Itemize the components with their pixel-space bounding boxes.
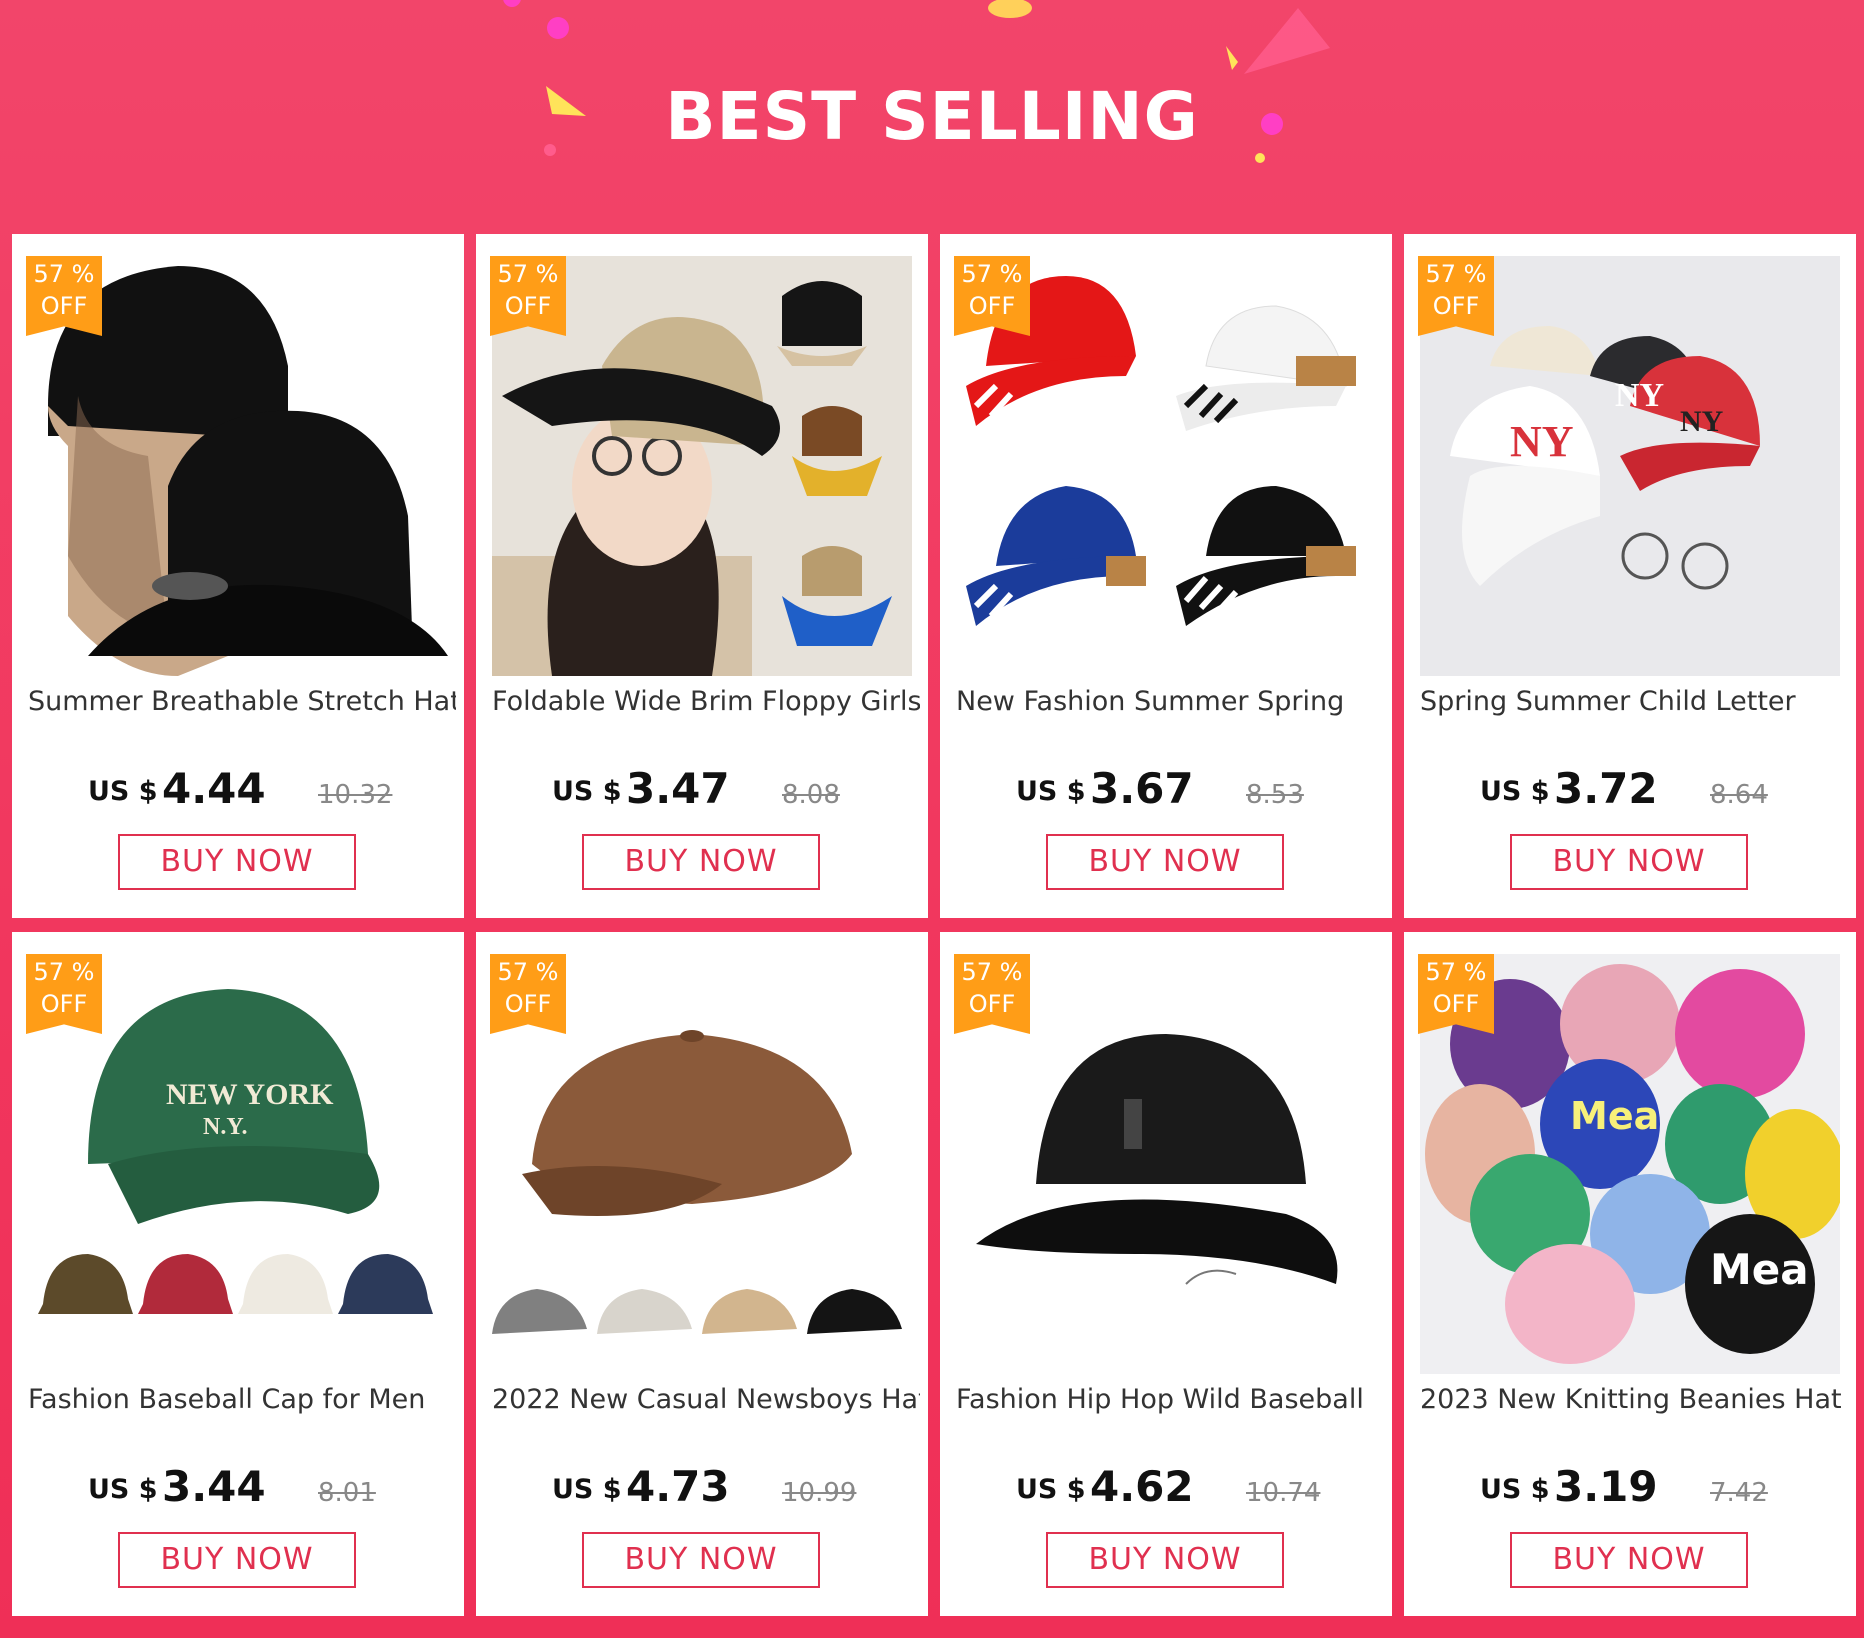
- original-price: 10.32: [318, 780, 393, 810]
- promo-page: BEST SELLING 57 % OFF Summer Breathable S…: [0, 0, 1864, 1638]
- product-card[interactable]: 57 % OFF Summer Breathable Stretch Hats U…: [12, 234, 464, 918]
- discount-badge: 57 % OFF: [1418, 256, 1494, 336]
- svg-text:NEW YORK: NEW YORK: [166, 1078, 334, 1111]
- product-title[interactable]: 2022 New Casual Newsboys Hat: [492, 1384, 920, 1415]
- original-price: 10.99: [782, 1478, 857, 1508]
- original-price: 8.01: [318, 1478, 376, 1508]
- sale-price: 3.19: [1554, 1462, 1658, 1511]
- product-title[interactable]: Spring Summer Child Letter: [1420, 686, 1848, 717]
- product-title[interactable]: 2023 New Knitting Beanies Hat: [1420, 1384, 1848, 1415]
- buy-now-button[interactable]: BUY NOW: [118, 834, 356, 890]
- product-title[interactable]: Foldable Wide Brim Floppy Girls: [492, 686, 920, 717]
- sale-price: 4.44: [162, 764, 266, 813]
- product-title[interactable]: Summer Breathable Stretch Hats: [28, 686, 456, 717]
- buy-now-button[interactable]: BUY NOW: [582, 834, 820, 890]
- sale-price: 3.47: [626, 764, 730, 813]
- svg-text:Mea: Mea: [1570, 1094, 1659, 1138]
- product-card[interactable]: 57 % OFF New Fashion Summer Spring US $ 3…: [940, 234, 1392, 918]
- buy-now-button[interactable]: BUY NOW: [582, 1532, 820, 1588]
- buy-now-button[interactable]: BUY NOW: [1510, 1532, 1748, 1588]
- currency-label: US $: [88, 1474, 158, 1505]
- currency-label: US $: [552, 776, 622, 807]
- product-title[interactable]: Fashion Hip Hop Wild Baseball: [956, 1384, 1384, 1415]
- original-price: 8.53: [1246, 780, 1304, 810]
- discount-badge: 57 % OFF: [1418, 954, 1494, 1034]
- svg-text:NY: NY: [1615, 377, 1664, 414]
- page-title: BEST SELLING: [665, 78, 1199, 155]
- product-card[interactable]: 57 % OFF Foldable Wide Brim Floppy Girls …: [476, 234, 928, 918]
- buy-now-button[interactable]: BUY NOW: [118, 1532, 356, 1588]
- price-row: US $ 3.44 8.01: [12, 1462, 464, 1512]
- buy-now-button[interactable]: BUY NOW: [1046, 834, 1284, 890]
- discount-badge: 57 % OFF: [26, 954, 102, 1034]
- discount-badge: 57 % OFF: [26, 256, 102, 336]
- sale-price: 4.73: [626, 1462, 730, 1511]
- discount-badge: 57 % OFF: [954, 954, 1030, 1034]
- svg-text:N.Y.: N.Y.: [203, 1114, 247, 1140]
- product-card[interactable]: NY NY NY 57 % OFF Spring Summer Child Let…: [1404, 234, 1856, 918]
- price-row: US $ 4.62 10.74: [940, 1462, 1392, 1512]
- product-title[interactable]: Fashion Baseball Cap for Men: [28, 1384, 456, 1415]
- sale-price: 3.72: [1554, 764, 1658, 813]
- product-grid: 57 % OFF Summer Breathable Stretch Hats U…: [12, 234, 1856, 1616]
- original-price: 10.74: [1246, 1478, 1321, 1508]
- discount-badge: 57 % OFF: [954, 256, 1030, 336]
- original-price: 8.64: [1710, 780, 1768, 810]
- product-card[interactable]: 57 % OFF 2022 New Casual Newsboys Hat US …: [476, 932, 928, 1616]
- product-card[interactable]: NEW YORK N.Y. 57 % OFF Fashion Baseball C…: [12, 932, 464, 1616]
- product-card[interactable]: 57 % OFF Fashion Hip Hop Wild Baseball US…: [940, 932, 1392, 1616]
- svg-text:NY: NY: [1510, 417, 1574, 466]
- price-row: US $ 3.72 8.64: [1404, 764, 1856, 814]
- price-row: US $ 4.44 10.32: [12, 764, 464, 814]
- product-title[interactable]: New Fashion Summer Spring: [956, 686, 1384, 717]
- svg-text:Mea: Mea: [1710, 1245, 1809, 1294]
- discount-badge: 57 % OFF: [490, 954, 566, 1034]
- price-row: US $ 3.67 8.53: [940, 764, 1392, 814]
- price-row: US $ 3.19 7.42: [1404, 1462, 1856, 1512]
- currency-label: US $: [1016, 1474, 1086, 1505]
- currency-label: US $: [552, 1474, 622, 1505]
- sale-price: 3.44: [162, 1462, 266, 1511]
- buy-now-button[interactable]: BUY NOW: [1046, 1532, 1284, 1588]
- sale-price: 3.67: [1090, 764, 1194, 813]
- original-price: 8.08: [782, 780, 840, 810]
- currency-label: US $: [1016, 776, 1086, 807]
- price-row: US $ 4.73 10.99: [476, 1462, 928, 1512]
- price-row: US $ 3.47 8.08: [476, 764, 928, 814]
- original-price: 7.42: [1710, 1478, 1768, 1508]
- svg-text:NY: NY: [1680, 405, 1724, 438]
- discount-badge: 57 % OFF: [490, 256, 566, 336]
- banner: BEST SELLING: [0, 0, 1864, 230]
- sale-price: 4.62: [1090, 1462, 1194, 1511]
- currency-label: US $: [1480, 1474, 1550, 1505]
- currency-label: US $: [1480, 776, 1550, 807]
- buy-now-button[interactable]: BUY NOW: [1510, 834, 1748, 890]
- currency-label: US $: [88, 776, 158, 807]
- product-card[interactable]: Mea Mea 57 % OFF 2023 New Knitting Beanie…: [1404, 932, 1856, 1616]
